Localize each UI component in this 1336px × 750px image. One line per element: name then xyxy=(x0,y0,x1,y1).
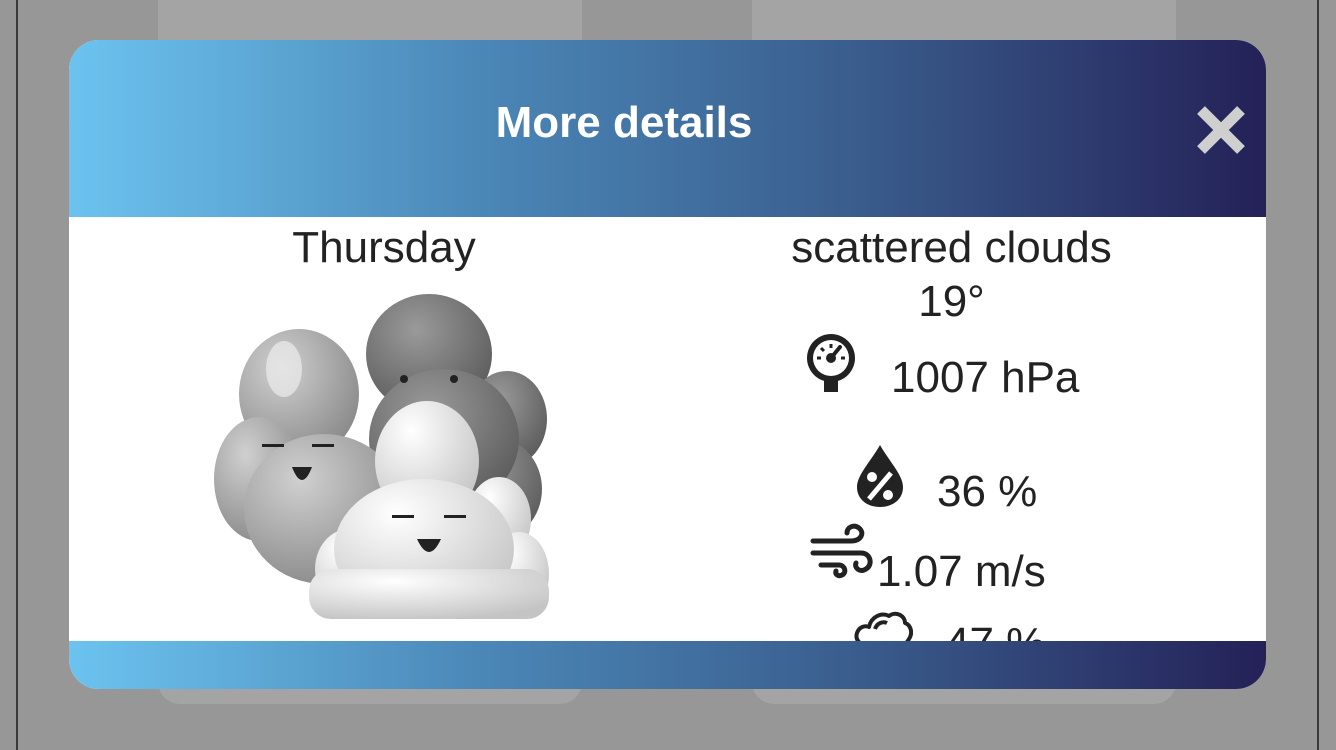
pressure-value: 1007 hPa xyxy=(891,353,1080,402)
page-border-right xyxy=(1317,0,1319,750)
wind-row: 1.07 m/s xyxy=(809,523,1129,596)
details-modal: More details Thursday scattered clouds 1… xyxy=(69,40,1266,689)
modal-title: More details xyxy=(495,98,753,147)
temperature-label: 19° xyxy=(918,277,985,326)
close-icon xyxy=(1197,106,1245,154)
close-button[interactable] xyxy=(1195,104,1247,156)
pressure-row: 1007 hPa xyxy=(803,327,1123,402)
weather-description: scattered clouds xyxy=(791,223,1112,272)
humidity-row: 36 % xyxy=(855,443,1115,516)
barometer-icon xyxy=(803,330,859,399)
modal-header: More details xyxy=(69,40,1266,217)
wind-icon xyxy=(809,523,875,584)
forecast-left-column: Thursday xyxy=(69,217,699,641)
modal-footer xyxy=(69,641,1266,689)
smiling-clouds-icon xyxy=(204,279,564,633)
day-label: Thursday xyxy=(292,223,476,272)
wind-value: 1.07 m/s xyxy=(877,547,1046,596)
page-border-left xyxy=(16,0,18,750)
humidity-value: 36 % xyxy=(937,467,1038,516)
forecast-right-column: scattered clouds 19° 1007 hPa 36 % 1.07 … xyxy=(669,217,1234,668)
humidity-drop-icon xyxy=(855,443,905,514)
